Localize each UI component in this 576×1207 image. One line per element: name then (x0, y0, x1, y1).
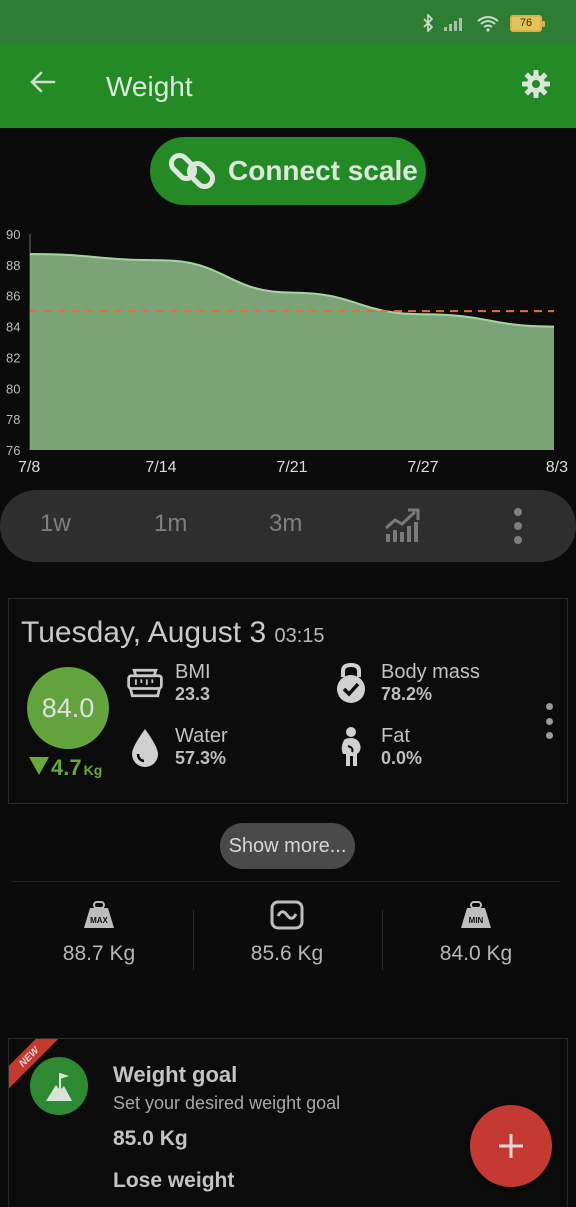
x-tick-label: 7/14 (145, 459, 176, 476)
x-tick-label: 7/8 (18, 459, 40, 476)
stat-max: MAX 88.7 Kg (4, 900, 194, 980)
weight-screen: 76 Weight Connect scale 90 88 86 84 82 8… (0, 0, 576, 1207)
connect-scale-button[interactable]: Connect scale (150, 137, 426, 205)
y-tick-label: 84 (6, 320, 20, 335)
metric-value: 0.0% (381, 748, 423, 768)
x-tick-label: 7/27 (407, 459, 438, 476)
weight-chart[interactable]: 90 88 86 84 82 80 78 76 7/8 7/14 7/21 7/27 8/3 (0, 222, 576, 482)
metric-label: Water (175, 725, 228, 747)
settings-button[interactable] (516, 64, 556, 104)
connect-scale-label: Connect scale (228, 155, 418, 186)
status-icons: 76 (422, 14, 545, 32)
body-fat-icon (341, 727, 361, 766)
weight-change-value: 4.7 (51, 755, 82, 780)
app-bar: Weight (0, 44, 576, 128)
stat-min: MIN 84.0 Kg (381, 900, 571, 980)
water-drop-icon (132, 729, 158, 767)
goal-subtitle: Set your desired weight goal (113, 1093, 341, 1113)
wifi-icon (477, 16, 499, 32)
max-icon-text: MAX (90, 916, 108, 925)
link-icon (168, 152, 216, 190)
y-tick-label: 90 (6, 227, 20, 242)
mountain-flag-icon (46, 1073, 72, 1101)
weight-change: 4.7 Kg (29, 755, 102, 781)
goal-mode: Lose weight (113, 1169, 235, 1192)
min-icon-text: MIN (469, 916, 484, 925)
metric-fat: Fat 0.0% (331, 725, 422, 769)
page-title: Weight (106, 71, 193, 102)
entry-date-row: Tuesday, August 3 03:15 (21, 616, 325, 650)
metric-label: BMI (175, 661, 211, 683)
x-tick-label: 8/3 (546, 459, 568, 476)
metric-label: Fat (381, 725, 410, 747)
y-tick-label: 88 (6, 258, 20, 273)
kettlebell-icon (337, 663, 365, 703)
scale-belt-icon (127, 668, 163, 698)
goal-flag-icon (30, 1057, 88, 1115)
weight-change-unit: Kg (83, 762, 103, 778)
bluetooth-icon (423, 14, 434, 32)
trend-chart-icon[interactable] (384, 508, 420, 542)
metric-body-mass: Body mass 78.2% (331, 661, 480, 705)
y-tick-label: 76 (6, 443, 20, 458)
weight-area (30, 254, 554, 450)
y-tick-label: 82 (6, 350, 20, 365)
y-tick-label: 86 (6, 289, 20, 304)
average-weight-icon (270, 900, 304, 930)
add-entry-button[interactable] (470, 1105, 552, 1187)
metric-label: Body mass (381, 661, 480, 683)
goal-target: 85.0 Kg (113, 1127, 188, 1150)
weight-badge: 84.0 (27, 667, 109, 749)
weight-chart-svg: 90 88 86 84 82 80 78 767/8 7/14 7/21 7/27 8/3 (6, 227, 568, 476)
triangle-down-icon (29, 757, 49, 775)
entry-date: Tuesday, August 3 (21, 616, 267, 649)
metric-water: Water 57.3% (125, 725, 228, 769)
stat-average: 85.6 Kg (192, 900, 382, 980)
entry-time: 03:15 (274, 625, 325, 647)
y-tick-label: 80 (6, 381, 20, 396)
entry-more-icon[interactable] (543, 703, 555, 739)
metric-value: 78.2% (381, 684, 433, 704)
arrow-back-icon (30, 71, 56, 93)
metric-bmi: BMI 23.3 (125, 661, 211, 705)
gear-icon (522, 70, 550, 98)
stat-min-value: 84.0 Kg (439, 942, 513, 965)
show-more-button[interactable]: Show more... (220, 823, 355, 869)
metric-value: 57.3% (175, 748, 227, 768)
divider (12, 881, 560, 882)
plus-icon (499, 1134, 523, 1158)
min-weight-icon: MIN (461, 901, 491, 928)
more-vert-icon[interactable] (506, 506, 530, 546)
back-button[interactable] (24, 64, 60, 100)
range-1m[interactable]: 1m (154, 510, 187, 538)
max-weight-icon: MAX (84, 901, 114, 928)
range-3m[interactable]: 3m (269, 510, 302, 538)
range-1w[interactable]: 1w (40, 510, 71, 538)
signal-icon (444, 18, 462, 31)
range-selector: 1w 1m 3m (0, 490, 576, 562)
stat-average-value: 85.6 Kg (250, 942, 324, 965)
x-tick-label: 7/21 (276, 459, 307, 476)
goal-title: Weight goal (113, 1062, 238, 1087)
latest-entry-card[interactable]: Tuesday, August 3 03:15 84.0 4.7 Kg BMI … (8, 598, 568, 804)
battery-indicator: 76 (510, 14, 545, 32)
stat-max-value: 88.7 Kg (62, 942, 136, 965)
metric-value: 23.3 (175, 684, 211, 704)
status-bar: 76 (0, 0, 576, 44)
y-tick-label: 78 (6, 412, 20, 427)
